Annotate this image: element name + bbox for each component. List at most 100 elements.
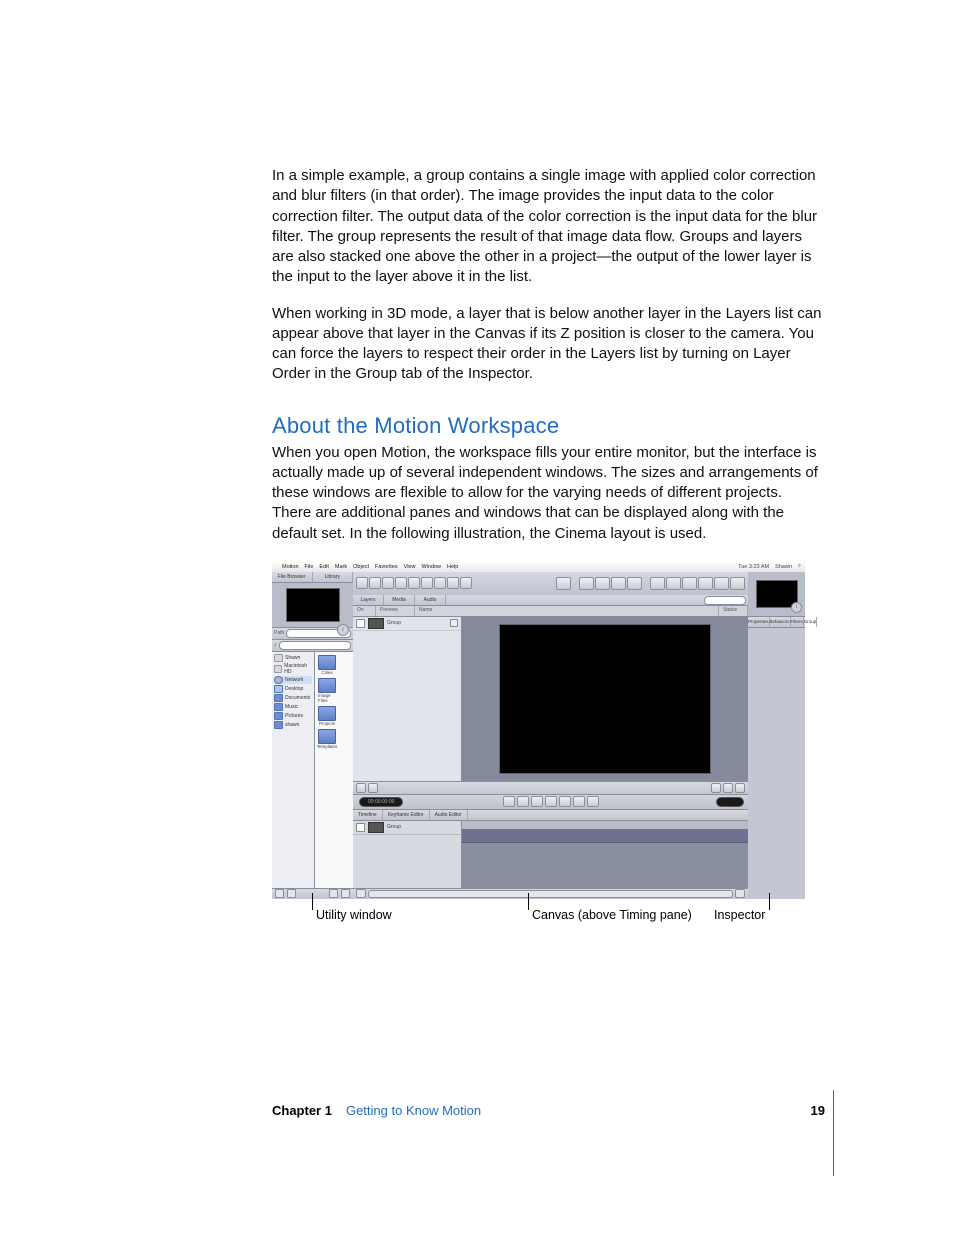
sidebar-item-music[interactable]: Music [274,703,312,711]
toolbar-file-browser[interactable] [666,577,681,590]
toolbar-inspector[interactable] [698,577,713,590]
tab-library[interactable]: Library [313,572,354,582]
toolbar-button[interactable] [421,577,433,589]
timeline-clip[interactable] [462,829,748,843]
menu-help[interactable]: Help [447,564,458,570]
toolbar-project[interactable] [714,577,729,590]
import-button[interactable] [341,889,350,898]
file-browser-area[interactable]: Cities Image Files Projects Templates [315,652,353,888]
col-status[interactable]: Status [719,606,748,616]
zoom-in-button[interactable] [735,889,745,898]
track-checkbox[interactable] [356,823,365,832]
file-item[interactable]: Projects [318,706,336,726]
toolbar-new-camera[interactable] [556,577,571,590]
tab-behaviors[interactable]: Behaviors [770,617,791,627]
spotlight-icon[interactable]: ⌕ [798,563,801,570]
sidebar-item-documents[interactable]: Documents [274,694,312,702]
menubar-user[interactable]: Shawn [775,564,792,570]
zoom-out-button[interactable] [356,889,366,898]
toolbar-hud[interactable] [650,577,665,590]
timeline-track-list: Group [353,821,462,888]
tab-properties[interactable]: Properties [748,617,770,627]
view-icon-button[interactable] [287,889,296,898]
tab-audio-editor[interactable]: Audio Editor [430,810,468,820]
search-input[interactable] [279,641,351,650]
zoom-slider[interactable] [368,890,733,898]
add-button[interactable] [356,783,366,793]
record-button[interactable] [573,796,585,807]
menu-motion[interactable]: Motion [282,564,299,570]
folder-icon [318,706,336,721]
go-end-button[interactable] [559,796,571,807]
tab-filters[interactable]: Filters [791,617,804,627]
sidebar-item-user[interactable]: shawn [274,721,312,729]
file-item[interactable]: Templates [318,729,336,749]
menu-favorites[interactable]: Favorites [375,564,398,570]
tab-timeline[interactable]: Timeline [353,810,383,820]
drive-icon [274,654,283,662]
sidebar-item-desktop[interactable]: Desktop [274,685,312,693]
toolbar-button[interactable] [382,577,394,589]
layer-row[interactable]: Group [353,617,461,631]
toolbar-button[interactable] [447,577,459,589]
canvas-row: Group [353,617,748,781]
tab-layers[interactable]: Layers [353,595,384,605]
menu-view[interactable]: View [404,564,416,570]
toolbar-add-behavior[interactable] [579,577,594,590]
tab-media[interactable]: Media [384,595,415,605]
menu-mark[interactable]: Mark [335,564,347,570]
step-forward-button[interactable] [545,796,557,807]
timeline-zoom-bar [353,888,748,899]
col-name[interactable]: Name [415,606,719,616]
toolbar-replicate[interactable] [627,577,642,590]
fit-button[interactable] [723,783,733,793]
menu-window[interactable]: Window [421,564,441,570]
view-list-button[interactable] [275,889,284,898]
toolbar-button[interactable] [434,577,446,589]
duration-display[interactable] [716,797,744,807]
file-item[interactable]: Cities [318,655,336,675]
toolbar-button[interactable] [460,577,472,589]
toolbar-button[interactable] [408,577,420,589]
sidebar-item-network[interactable]: Network [274,676,312,684]
timecode-display[interactable]: 00:00:00:00 [359,797,403,807]
step-back-button[interactable] [517,796,529,807]
layers-search[interactable] [704,596,746,605]
toolbar-add-filter[interactable] [595,577,610,590]
toolbar-make-particles[interactable] [611,577,626,590]
remove-button[interactable] [368,783,378,793]
zoom-button[interactable] [711,783,721,793]
tab-keyframe-editor[interactable]: Keyframe Editor [383,810,430,820]
main-toolbar [353,572,748,596]
timeline-track-area[interactable] [462,821,748,888]
lock-icon[interactable] [450,619,458,627]
menu-file[interactable]: File [305,564,314,570]
toolbar-library[interactable] [682,577,697,590]
col-preview[interactable]: Preview [376,606,415,616]
info-icon[interactable]: i [791,602,802,613]
sidebar-item-shawn[interactable]: Shawn [274,654,312,662]
go-start-button[interactable] [503,796,515,807]
view-button[interactable] [735,783,745,793]
toolbar-button[interactable] [356,577,368,589]
menu-edit[interactable]: Edit [319,564,328,570]
col-on[interactable]: On [353,606,376,616]
toolbar-button[interactable] [369,577,381,589]
menu-object[interactable]: Object [353,564,369,570]
timeline-row[interactable]: Group [353,821,461,835]
info-icon[interactable]: i [337,624,349,636]
play-button[interactable] [531,796,543,807]
tab-group[interactable]: Group [804,617,818,627]
toolbar-timing[interactable] [730,577,745,590]
sidebar-item-macintosh-hd[interactable]: Macintosh HD [274,663,312,675]
sidebar-item-pictures[interactable]: Pictures [274,712,312,720]
toolbar-button[interactable] [395,577,407,589]
tab-audio[interactable]: Audio [415,595,446,605]
file-item[interactable]: Image Files [318,678,336,703]
new-folder-button[interactable] [329,889,338,898]
tab-file-browser[interactable]: File Browser [272,572,313,582]
layer-checkbox[interactable] [356,619,365,628]
loop-button[interactable] [587,796,599,807]
layers-tabs: Layers Media Audio [353,595,748,606]
canvas[interactable] [462,617,748,781]
